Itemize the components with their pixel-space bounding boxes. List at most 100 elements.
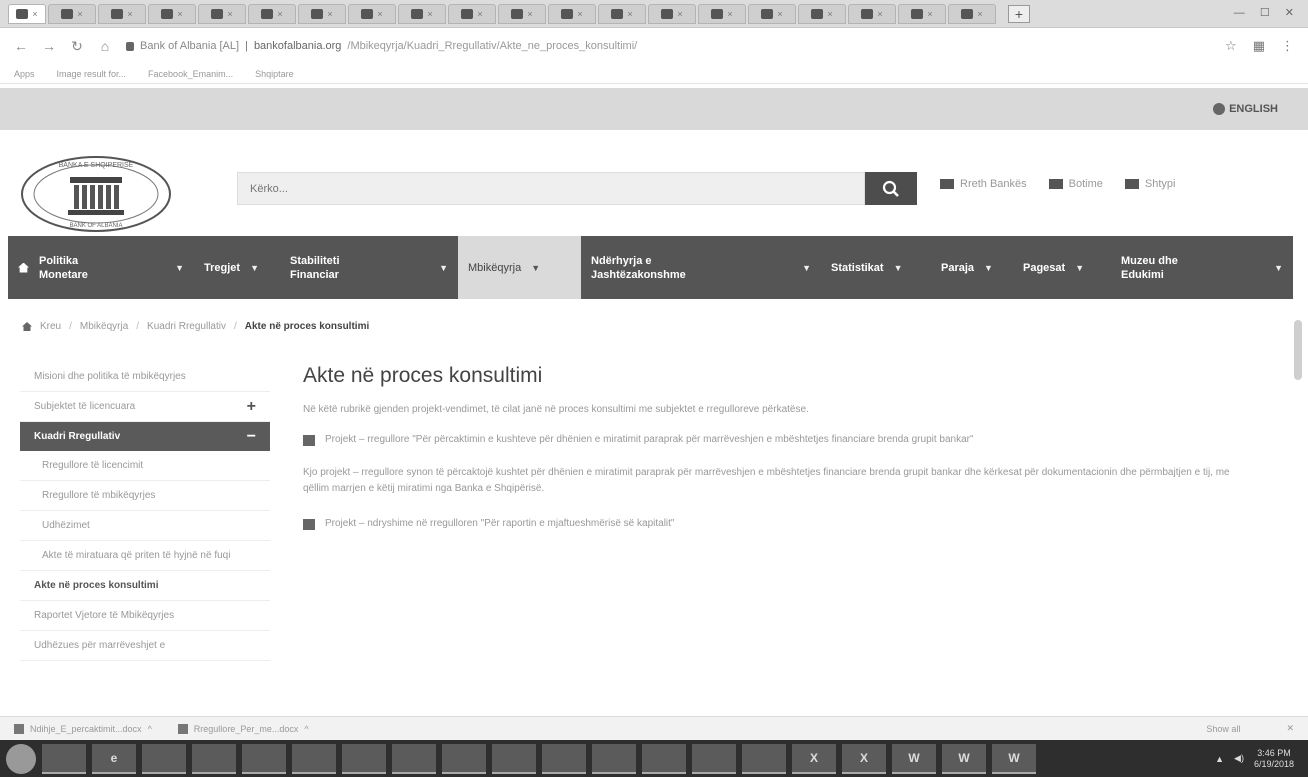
taskbar-app[interactable]: X: [792, 743, 836, 774]
reload-icon[interactable]: ↻: [70, 38, 84, 55]
taskbar-app[interactable]: X: [842, 743, 886, 774]
close-tab-icon[interactable]: ×: [127, 9, 132, 19]
browser-tab[interactable]: ×: [948, 3, 996, 24]
search-input[interactable]: [237, 172, 865, 205]
browser-tab[interactable]: ×: [98, 3, 146, 24]
close-tab-icon[interactable]: ×: [377, 9, 382, 19]
browser-tab[interactable]: ×: [748, 3, 796, 24]
browser-tab[interactable]: ×: [398, 3, 446, 24]
taskbar-app[interactable]: [192, 743, 236, 774]
expand-plus-icon[interactable]: +: [247, 399, 256, 415]
sidebar-item[interactable]: Rregullore të licencimit: [20, 451, 270, 481]
sidebar-item[interactable]: Udhëzues për marrëveshjet e: [20, 631, 270, 661]
sidebar-item[interactable]: Subjektet të licencuara +: [20, 392, 270, 422]
bookmark-item[interactable]: Shqiptare: [255, 69, 294, 79]
nav-item-markets[interactable]: Tregjet ▼: [194, 236, 280, 299]
clock[interactable]: 3:46 PM 6/19/2018: [1254, 748, 1294, 770]
sidebar-item[interactable]: Kuadri Rregullativ −: [20, 422, 270, 451]
browser-tab[interactable]: ×: [798, 3, 846, 24]
browser-tab[interactable]: ×: [648, 3, 696, 24]
nav-item-payments[interactable]: Pagesat ▼: [1013, 236, 1111, 299]
taskbar-app[interactable]: [742, 743, 786, 774]
close-icon[interactable]: ✕: [1286, 723, 1294, 734]
bookmark-item[interactable]: Apps: [14, 69, 35, 79]
window-controls[interactable]: — ☐ ✕: [1234, 6, 1300, 19]
new-tab-button[interactable]: +: [1008, 4, 1030, 23]
browser-tab[interactable]: ×: [148, 3, 196, 24]
bookmark-item[interactable]: Facebook_Emanim...: [148, 69, 233, 79]
nav-item-extraordinary-intervention[interactable]: Ndërhyrja e Jashtëzakonshme ▼: [581, 236, 821, 299]
sidebar-item[interactable]: Misioni dhe politika të mbikëqyrjes: [20, 362, 270, 392]
language-switch[interactable]: ENGLISH: [1213, 103, 1278, 115]
breadcrumb-home[interactable]: Kreu: [40, 321, 61, 332]
quick-link-press[interactable]: Shtypi: [1124, 178, 1175, 190]
close-tab-icon[interactable]: ×: [727, 9, 732, 19]
taskbar-app[interactable]: [342, 743, 386, 774]
taskbar-app[interactable]: [242, 743, 286, 774]
document-link-1[interactable]: Projekt – rregullore "Për përcaktimin e …: [303, 433, 1238, 447]
close-tab-icon[interactable]: ×: [427, 9, 432, 19]
download-item[interactable]: Rregullore_Per_me...docx ^: [177, 723, 309, 734]
download-item[interactable]: Ndihje_E_percaktimit...docx ^: [14, 723, 152, 734]
sidebar-item[interactable]: Akte në proces konsultimi: [20, 571, 270, 601]
document-link-2[interactable]: Projekt – ndryshime në rregulloren "Për …: [303, 517, 1238, 531]
taskbar-app[interactable]: [442, 743, 486, 774]
close-tab-icon[interactable]: ×: [577, 9, 582, 19]
close-tab-icon[interactable]: ×: [327, 9, 332, 19]
bank-of-albania-logo[interactable]: BANKA E SHQIPERISE BANK OF ALBANIA: [20, 155, 172, 233]
search-button[interactable]: [865, 172, 917, 205]
close-tab-icon[interactable]: ×: [177, 9, 182, 19]
page-scrollbar[interactable]: [1294, 320, 1302, 380]
taskbar-app[interactable]: [392, 743, 436, 774]
close-tab-icon[interactable]: ×: [477, 9, 482, 19]
taskbar-app[interactable]: [542, 743, 586, 774]
browser-tab[interactable]: ×: [8, 3, 46, 24]
browser-tab[interactable]: ×: [198, 3, 246, 24]
browser-tab[interactable]: ×: [698, 3, 746, 24]
close-tab-icon[interactable]: ×: [877, 9, 882, 19]
taskbar-app[interactable]: W: [992, 743, 1036, 774]
sidebar-item[interactable]: Raportet Vjetore të Mbikëqyrjes: [20, 601, 270, 631]
sidebar-item[interactable]: Rregullore të mbikëqyrjes: [20, 481, 270, 511]
quick-link-about[interactable]: Rreth Bankës: [940, 178, 1027, 190]
taskbar-app[interactable]: [592, 743, 636, 774]
browser-tab[interactable]: ×: [48, 3, 96, 24]
taskbar-app[interactable]: [142, 743, 186, 774]
browser-tab[interactable]: ×: [898, 3, 946, 24]
forward-arrow-icon[interactable]: →: [42, 38, 56, 54]
start-button[interactable]: [6, 743, 36, 774]
taskbar-app[interactable]: e: [92, 743, 136, 774]
close-tab-icon[interactable]: ×: [32, 9, 37, 19]
close-tab-icon[interactable]: ×: [927, 9, 932, 19]
browser-tab[interactable]: ×: [298, 3, 346, 24]
browser-tab[interactable]: ×: [248, 3, 296, 24]
browser-tab[interactable]: ×: [848, 3, 896, 24]
close-tab-icon[interactable]: ×: [227, 9, 232, 19]
close-tab-icon[interactable]: ×: [77, 9, 82, 19]
network-icon[interactable]: ▲: [1215, 754, 1224, 764]
close-tab-icon[interactable]: ×: [777, 9, 782, 19]
taskbar-app[interactable]: [42, 743, 86, 774]
back-arrow-icon[interactable]: ←: [14, 38, 28, 54]
browser-tab[interactable]: ×: [448, 3, 496, 24]
browser-tab[interactable]: ×: [498, 3, 546, 24]
browser-tab[interactable]: ×: [348, 3, 396, 24]
nav-item-museum-education[interactable]: Muzeu dhe Edukimi ▼: [1111, 236, 1293, 299]
taskbar-app[interactable]: [692, 743, 736, 774]
taskbar-app[interactable]: W: [892, 743, 936, 774]
browser-tab[interactable]: ×: [598, 3, 646, 24]
nav-item-financial-stability[interactable]: Stabiliteti Financiar ▼: [280, 236, 458, 299]
close-tab-icon[interactable]: ×: [977, 9, 982, 19]
bookmark-item[interactable]: Image result for...: [57, 69, 127, 79]
show-all-downloads-link[interactable]: Show all: [1206, 724, 1240, 734]
nav-item-statistics[interactable]: Statistikat ▼: [821, 236, 931, 299]
sidebar-item[interactable]: Udhëzimet: [20, 511, 270, 541]
close-tab-icon[interactable]: ×: [277, 9, 282, 19]
url-field[interactable]: Bank of Albania [AL] | bankofalbania.org…: [126, 40, 1211, 52]
extension-icon[interactable]: ▦: [1253, 38, 1265, 54]
nav-item-money[interactable]: Paraja ▼: [931, 236, 1013, 299]
home-icon[interactable]: ⌂: [98, 38, 112, 54]
browser-tab[interactable]: ×: [548, 3, 596, 24]
breadcrumb-regulatory-framework[interactable]: Kuadri Rregullativ: [147, 321, 226, 332]
taskbar-app[interactable]: [642, 743, 686, 774]
